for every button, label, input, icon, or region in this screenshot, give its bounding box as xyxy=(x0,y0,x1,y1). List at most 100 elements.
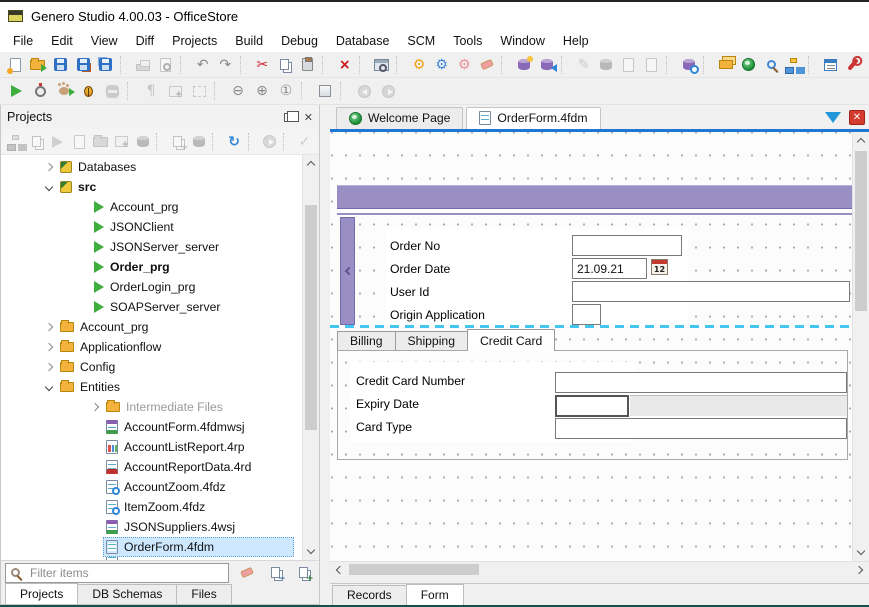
cut-button[interactable]: ✂ xyxy=(251,54,274,76)
zoom-reset-button[interactable]: ① xyxy=(274,80,298,102)
tree-item-account-prg[interactable]: Account_prg xyxy=(1,317,302,337)
tree-expander-icon[interactable] xyxy=(41,384,57,390)
tree-item-orderlogin-prg[interactable]: OrderLogin_prg xyxy=(1,277,302,297)
form-designer-canvas[interactable]: Order No Order Date User Id Origin Appli… xyxy=(330,132,852,561)
tab-welcome-page[interactable]: Welcome Page xyxy=(336,107,463,129)
search-button[interactable] xyxy=(760,54,783,76)
menu-window[interactable]: Window xyxy=(491,31,553,51)
tree-item-order-prg[interactable]: Order_prg xyxy=(1,257,302,277)
menu-view[interactable]: View xyxy=(82,31,127,51)
menu-debug[interactable]: Debug xyxy=(272,31,327,51)
build-all-button[interactable]: ⚙ xyxy=(430,54,453,76)
tree-item-account-prg[interactable]: Account_prg xyxy=(1,197,302,217)
tree-item-soapserver-server[interactable]: SOAPServer_server xyxy=(1,297,302,317)
build-button[interactable]: ⚙ xyxy=(408,54,431,76)
file-browser-button[interactable] xyxy=(715,54,738,76)
menu-help[interactable]: Help xyxy=(554,31,598,51)
save-button[interactable] xyxy=(49,54,72,76)
form-tab-billing[interactable]: Billing xyxy=(337,331,396,351)
scroll-track[interactable] xyxy=(853,149,869,544)
filter-items-input[interactable] xyxy=(5,563,229,583)
scroll-down-button[interactable] xyxy=(853,544,869,561)
welcome-home-button[interactable] xyxy=(737,54,760,76)
open-file-button[interactable] xyxy=(27,54,50,76)
step-run-button[interactable] xyxy=(52,80,76,102)
form-toolbar-band[interactable] xyxy=(337,185,852,209)
scroll-thumb[interactable] xyxy=(855,151,867,311)
scroll-down-button[interactable] xyxy=(303,543,319,560)
database-browser-button[interactable] xyxy=(677,54,700,76)
tree-item-databases[interactable]: Databases xyxy=(1,157,302,177)
origin-application-field[interactable] xyxy=(572,304,601,325)
tree-item-entities[interactable]: Entities xyxy=(1,377,302,397)
card-type-field[interactable] xyxy=(555,418,847,439)
collapse-all-button[interactable] xyxy=(263,562,287,584)
run-with-timer-button[interactable] xyxy=(28,80,52,102)
tools-options-button[interactable] xyxy=(842,54,865,76)
delete-button[interactable]: × xyxy=(333,54,356,76)
debug-button[interactable] xyxy=(76,80,100,102)
save-all-button[interactable] xyxy=(94,54,117,76)
tree-item-accountform-4fdmwsj[interactable]: AccountForm.4fdmwsj xyxy=(1,417,302,437)
zoom-in-button[interactable]: ⊕ xyxy=(250,80,274,102)
tree-expander-icon[interactable] xyxy=(41,364,57,370)
tree-expander-icon[interactable] xyxy=(41,344,57,350)
tab-list-dropdown-icon[interactable] xyxy=(825,112,841,123)
tree-expander-icon[interactable] xyxy=(41,324,57,330)
close-panel-button[interactable]: ✕ xyxy=(304,111,313,124)
menu-file[interactable]: File xyxy=(4,31,42,51)
calendar-picker-icon[interactable]: 12 xyxy=(651,259,668,275)
shape-rectangle-button[interactable] xyxy=(313,80,337,102)
save-as-button[interactable] xyxy=(72,54,95,76)
tab-orderform-4fdm[interactable]: OrderForm.4fdm xyxy=(466,107,600,129)
scroll-track[interactable] xyxy=(303,172,319,543)
run-button[interactable] xyxy=(4,80,28,102)
panel-tab-db-schemas[interactable]: DB Schemas xyxy=(77,584,177,604)
scroll-thumb[interactable] xyxy=(349,564,479,575)
close-document-button[interactable]: ✕ xyxy=(849,110,865,125)
tree-item-jsonclient[interactable]: JSONClient xyxy=(1,217,302,237)
tree-item-accountreportdata-4rd[interactable]: AccountReportData.4rd xyxy=(1,457,302,477)
undo-button[interactable]: ↶ xyxy=(191,54,214,76)
tree-item-accountzoom-4fdz[interactable]: AccountZoom.4fdz xyxy=(1,477,302,497)
import-database-schema-button[interactable] xyxy=(535,54,558,76)
gui-preview-button[interactable] xyxy=(371,54,394,76)
clean-button[interactable] xyxy=(476,54,499,76)
new-file-button[interactable] xyxy=(4,54,27,76)
redo-button[interactable]: ↷ xyxy=(214,54,237,76)
menu-tools[interactable]: Tools xyxy=(444,31,491,51)
user-id-field[interactable] xyxy=(572,281,850,302)
menu-projects[interactable]: Projects xyxy=(163,31,226,51)
editor-tab-form[interactable]: Form xyxy=(406,584,464,605)
form-tab-shipping[interactable]: Shipping xyxy=(395,331,468,351)
tree-item-config[interactable]: Config xyxy=(1,357,302,377)
scroll-up-button[interactable] xyxy=(303,155,319,172)
menu-edit[interactable]: Edit xyxy=(42,31,82,51)
tree-item-jsonsuppliers-4wsj[interactable]: JSONSuppliers.4wsj xyxy=(1,517,302,537)
form-tab-credit-card[interactable]: Credit Card xyxy=(467,329,555,351)
panel-tab-files[interactable]: Files xyxy=(176,584,231,604)
menu-scm[interactable]: SCM xyxy=(398,31,444,51)
tree-expander-icon[interactable] xyxy=(41,164,57,170)
scroll-thumb[interactable] xyxy=(305,205,317,430)
panel-splitter[interactable] xyxy=(320,105,330,605)
expiry-date-field[interactable] xyxy=(555,395,629,417)
task-list-button[interactable] xyxy=(820,54,843,76)
scroll-up-button[interactable] xyxy=(853,132,869,149)
projects-tree-scrollbar[interactable] xyxy=(302,155,319,560)
paste-button[interactable] xyxy=(296,54,319,76)
tree-item-src[interactable]: src xyxy=(1,177,302,197)
menu-database[interactable]: Database xyxy=(327,31,399,51)
tree-item-jsonserver-server[interactable]: JSONServer_server xyxy=(1,237,302,257)
scroll-track[interactable] xyxy=(347,562,852,577)
order-date-field[interactable]: 21.09.21 xyxy=(572,258,647,279)
tree-item-orderform-4fdm[interactable]: OrderForm.4fdm xyxy=(1,537,302,557)
rebuild-button[interactable]: ⚙ xyxy=(453,54,476,76)
tree-item-applicationflow[interactable]: Applicationflow xyxy=(1,337,302,357)
code-structure-button[interactable] xyxy=(782,54,805,76)
tree-item-intermediate-files[interactable]: Intermediate Files xyxy=(1,397,302,417)
scroll-right-button[interactable] xyxy=(852,562,869,578)
clear-filter-button[interactable] xyxy=(235,562,259,584)
menu-build[interactable]: Build xyxy=(226,31,272,51)
order-no-field[interactable] xyxy=(572,235,682,256)
